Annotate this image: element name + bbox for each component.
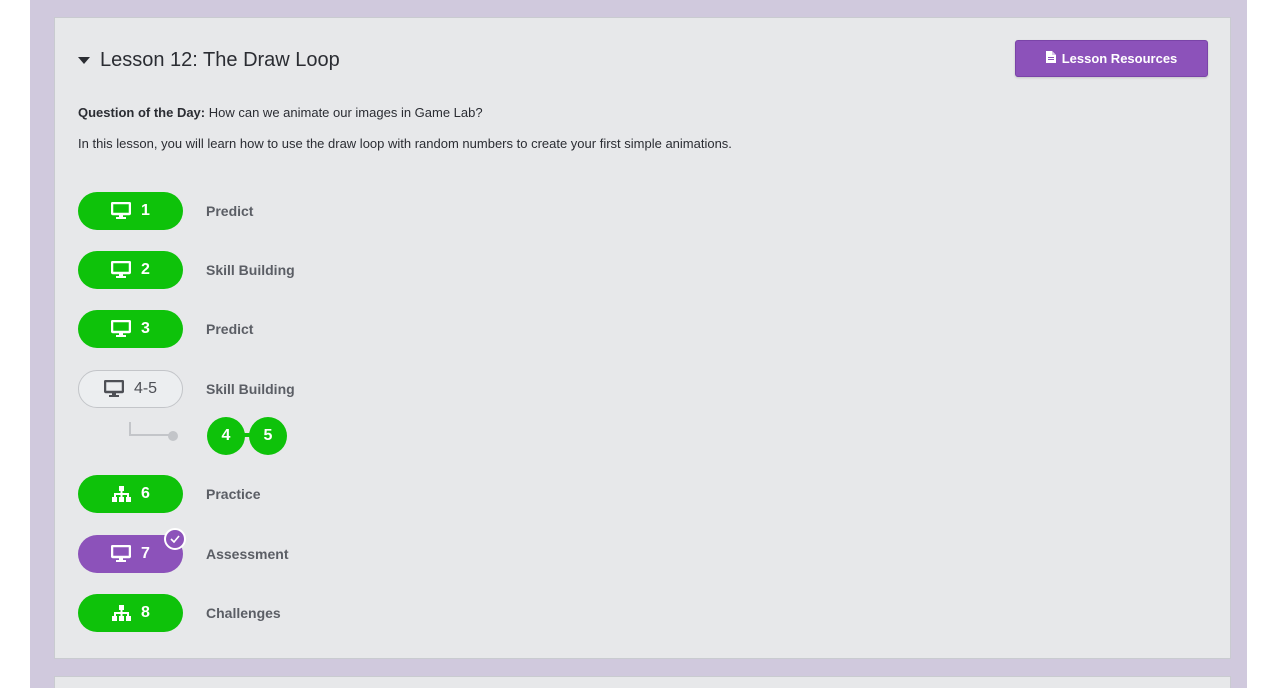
desktop-icon: [111, 545, 132, 563]
level-row: 4-5 Skill Building: [78, 370, 295, 408]
level-number: 6: [141, 485, 150, 502]
level-bubble-7[interactable]: 7: [78, 528, 186, 573]
question-of-the-day: Question of the Day: How can we animate …: [78, 105, 483, 120]
level-number: 1: [141, 202, 150, 219]
level-bubble-4-5[interactable]: 4-5: [78, 370, 183, 408]
level-label[interactable]: Predict: [206, 203, 253, 219]
level-row: 2 Skill Building: [78, 251, 295, 289]
check-icon: [164, 528, 186, 550]
level-row: 7 Assessment: [78, 528, 289, 573]
desktop-icon: [111, 320, 132, 338]
lesson-title: Lesson 12: The Draw Loop: [100, 48, 340, 71]
level-row: 8 Challenges: [78, 594, 281, 632]
next-lesson-card: [54, 676, 1231, 688]
level-row: 6 Practice: [78, 475, 260, 513]
level-bubble-8[interactable]: 8: [78, 594, 183, 632]
sublevel-connector-dot: [168, 431, 178, 441]
lesson-resources-button[interactable]: Lesson Resources: [1015, 40, 1208, 77]
desktop-icon: [111, 202, 132, 220]
qotd-text: How can we animate our images in Game La…: [205, 105, 483, 120]
level-number: 3: [141, 320, 150, 337]
caret-down-icon[interactable]: [78, 57, 90, 64]
level-bubble-1[interactable]: 1: [78, 192, 183, 230]
level-number: 8: [141, 604, 150, 621]
level-number: 7: [141, 545, 150, 562]
level-row: 1 Predict: [78, 192, 253, 230]
sublevel-bubble-5[interactable]: 5: [249, 417, 287, 455]
sublevel-connector: [129, 422, 173, 436]
level-label[interactable]: Challenges: [206, 605, 281, 621]
qotd-label: Question of the Day:: [78, 105, 206, 120]
level-number: 2: [141, 261, 150, 278]
level-bubble-2[interactable]: 2: [78, 251, 183, 289]
level-number: 4-5: [133, 380, 158, 397]
sublevel-bubble-4[interactable]: 4: [207, 417, 245, 455]
level-label[interactable]: Predict: [206, 321, 253, 337]
lesson-description: In this lesson, you will learn how to us…: [78, 136, 732, 151]
level-label[interactable]: Skill Building: [206, 262, 295, 278]
level-row: 3 Predict: [78, 310, 253, 348]
level-bubble-6[interactable]: 6: [78, 475, 183, 513]
level-label[interactable]: Skill Building: [206, 381, 295, 397]
sitemap-icon: [111, 605, 132, 621]
level-bubble-3[interactable]: 3: [78, 310, 183, 348]
desktop-icon: [111, 261, 132, 279]
level-label[interactable]: Practice: [206, 486, 260, 502]
level-label[interactable]: Assessment: [206, 546, 289, 562]
lesson-header[interactable]: Lesson 12: The Draw Loop: [78, 47, 340, 73]
lesson-resources-label: Lesson Resources: [1061, 51, 1178, 66]
desktop-icon: [103, 380, 124, 398]
file-icon: [1045, 51, 1056, 66]
sitemap-icon: [111, 486, 132, 502]
